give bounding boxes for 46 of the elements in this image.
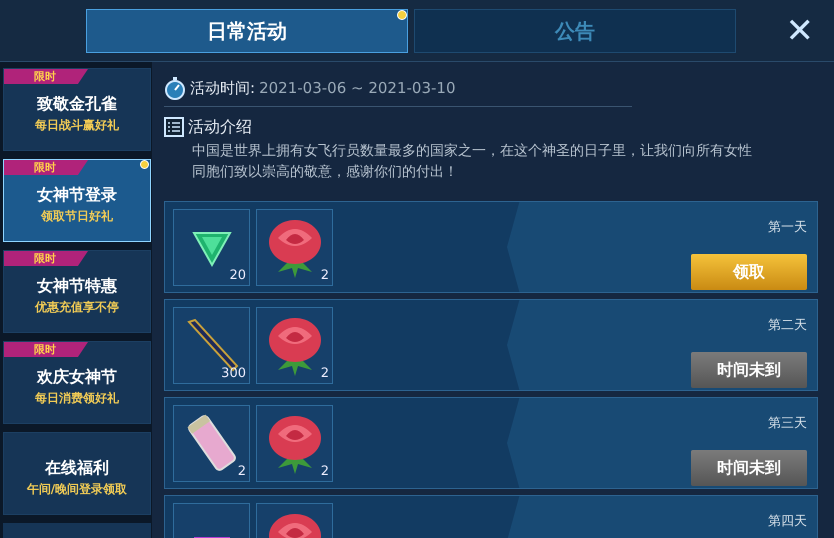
limited-badge: 限时 bbox=[4, 69, 88, 84]
close-button[interactable]: ✕ bbox=[780, 14, 820, 48]
reward-slot[interactable]: 2 bbox=[256, 208, 333, 286]
reward-slot[interactable]: 2 bbox=[256, 306, 333, 384]
day-label: 第四天 bbox=[768, 513, 807, 531]
activity-title: 女神节登录 bbox=[37, 184, 117, 206]
intro-title: 活动介绍 bbox=[188, 116, 252, 138]
activity-subtitle: 领取节日好礼 bbox=[41, 208, 113, 224]
list-icon bbox=[164, 117, 184, 137]
activity-time-value: 2021-03-06 ~ 2021-03-10 bbox=[259, 78, 456, 99]
reward-slot[interactable]: 2 bbox=[256, 404, 333, 482]
sidebar-item[interactable]: 限时 女神节特惠 优惠充值享不停 bbox=[3, 250, 151, 333]
limited-badge: 限时 bbox=[4, 251, 88, 266]
item-count: 2 bbox=[320, 268, 329, 284]
item-count: 20 bbox=[229, 268, 246, 284]
activity-subtitle: 优惠充值享不停 bbox=[35, 298, 119, 316]
stopwatch-icon bbox=[164, 76, 186, 100]
item-count: 2 bbox=[238, 464, 246, 480]
activity-time-label: 活动时间: bbox=[190, 78, 256, 99]
item-count: 2 bbox=[320, 464, 329, 480]
reward-slot[interactable]: 300 bbox=[173, 306, 250, 384]
locked-button[interactable]: 时间未到 bbox=[691, 450, 807, 486]
item-count: 300 bbox=[221, 366, 246, 382]
intro-text: 中国是世界上拥有女飞行员数量最多的国家之一，在这个神圣的日子里，让我们向所有女性同胞们致以崇高的敬意，感谢你们的付出！ bbox=[192, 142, 753, 182]
sidebar-item[interactable]: 在线福利 午间/晚间登录领取 bbox=[3, 432, 151, 515]
sidebar-item[interactable]: 限时 致敬金孔雀 每日战斗赢好礼 bbox=[3, 68, 151, 151]
item-count: 2 bbox=[320, 366, 329, 382]
activity-title: 致敬金孔雀 bbox=[37, 92, 117, 114]
reward-slot[interactable]: 2 bbox=[173, 404, 250, 482]
activity-subtitle: 每日消费领好礼 bbox=[35, 390, 119, 406]
limited-badge: 限时 bbox=[4, 160, 88, 175]
activity-title: 欢庆女神节 bbox=[37, 366, 117, 388]
reward-slot[interactable]: 20 bbox=[173, 208, 250, 286]
activity-title: 在线福利 bbox=[45, 456, 109, 478]
day-label: 第二天 bbox=[768, 317, 807, 335]
day-label: 第三天 bbox=[768, 415, 807, 433]
locked-button[interactable]: 时间未到 bbox=[691, 352, 807, 388]
activity-subtitle: 每日战斗赢好礼 bbox=[35, 116, 119, 134]
sidebar-item[interactable]: 限时 女神节登录 领取节日好礼 bbox=[3, 159, 151, 242]
tab[interactable]: 日常活动 bbox=[86, 8, 408, 52]
activity-subtitle: 午间/晚间登录领取 bbox=[26, 480, 128, 498]
activity-title: 女神节特惠 bbox=[37, 274, 117, 296]
sidebar-item[interactable]: 限时 欢庆女神节 每日消费领好礼 bbox=[3, 341, 151, 424]
limited-badge: 限时 bbox=[4, 342, 88, 357]
tab[interactable]: 公告 bbox=[414, 8, 736, 52]
day-label: 第一天 bbox=[768, 219, 807, 237]
